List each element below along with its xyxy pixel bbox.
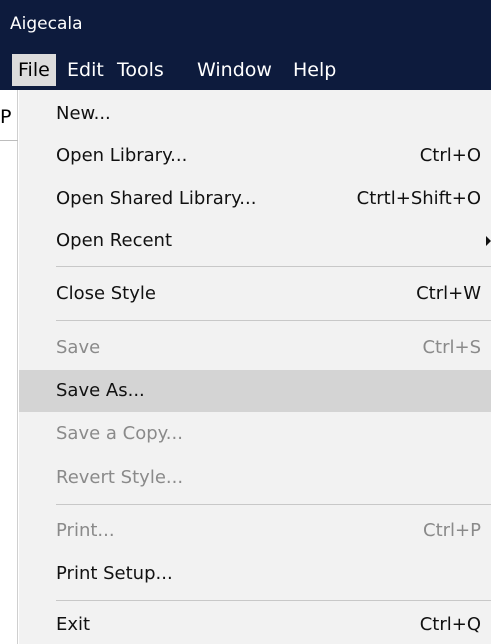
menu-item-shortcut: Ctrl+Q [419,614,481,635]
title-bar: Aigecala [0,0,491,48]
menu-item-label: Open Shared Library... [56,188,257,209]
menu-separator [56,320,491,321]
file-menu-dropdown: New... Open Library... Ctrl+O Open Share… [19,90,491,644]
content-pane: P [0,90,18,644]
menu-item-shortcut: Ctrtl+Shift+O [356,188,481,209]
menu-item-print-setup[interactable]: Print Setup... [19,553,491,595]
menu-item-label: Save As... [56,380,145,401]
menubar-edit[interactable]: Edit [61,54,110,86]
menu-bar: File Edit Tools Window Help [0,48,491,90]
menu-item-revert-style: Revert Style... [19,457,491,499]
menu-item-label: Open Recent [56,230,173,251]
application-window: Aigecala File Edit Tools Window Help P N… [0,0,491,644]
app-title: Aigecala [10,14,83,34]
menubar-help[interactable]: Help [287,54,342,86]
menu-item-shortcut: Ctrl+S [422,337,481,358]
menu-item-save-a-copy: Save a Copy... [19,413,491,455]
menu-item-label: New... [56,103,111,124]
menu-item-open-recent[interactable]: Open Recent [19,220,491,262]
menu-item-new[interactable]: New... [19,93,491,135]
menu-item-label: Save a Copy... [56,423,183,444]
menu-item-save-as[interactable]: Save As... [19,370,491,412]
menu-item-label: Close Style [56,283,156,304]
content-pane-divider [0,140,18,141]
menu-item-shortcut: Ctrl+P [423,520,481,541]
menu-item-open-shared-library[interactable]: Open Shared Library... Ctrtl+Shift+O [19,178,491,220]
menubar-window[interactable]: Window [191,54,278,86]
menu-item-label: Open Library... [56,145,188,166]
menu-item-shortcut: Ctrl+O [419,145,481,166]
menu-item-open-library[interactable]: Open Library... Ctrl+O [19,135,491,177]
menu-item-label: Print... [56,520,115,541]
menu-item-label: Revert Style... [56,467,184,488]
menu-item-save: Save Ctrl+S [19,327,491,369]
menu-item-exit[interactable]: Exit Ctrl+Q [19,604,491,644]
menu-item-label: Exit [56,614,91,635]
menu-separator [56,504,491,505]
menu-separator [56,600,491,601]
submenu-arrow-icon [486,236,491,246]
menu-item-close-style[interactable]: Close Style Ctrl+W [19,273,491,315]
menu-item-shortcut: Ctrl+W [416,283,481,304]
menu-item-print: Print... Ctrl+P [19,510,491,552]
menu-item-label: Save [56,337,101,358]
content-pane-text: P [0,106,12,128]
menubar-tools[interactable]: Tools [111,54,170,86]
menu-separator [56,266,491,267]
menu-item-label: Print Setup... [56,563,173,584]
menubar-file[interactable]: File [12,54,56,86]
